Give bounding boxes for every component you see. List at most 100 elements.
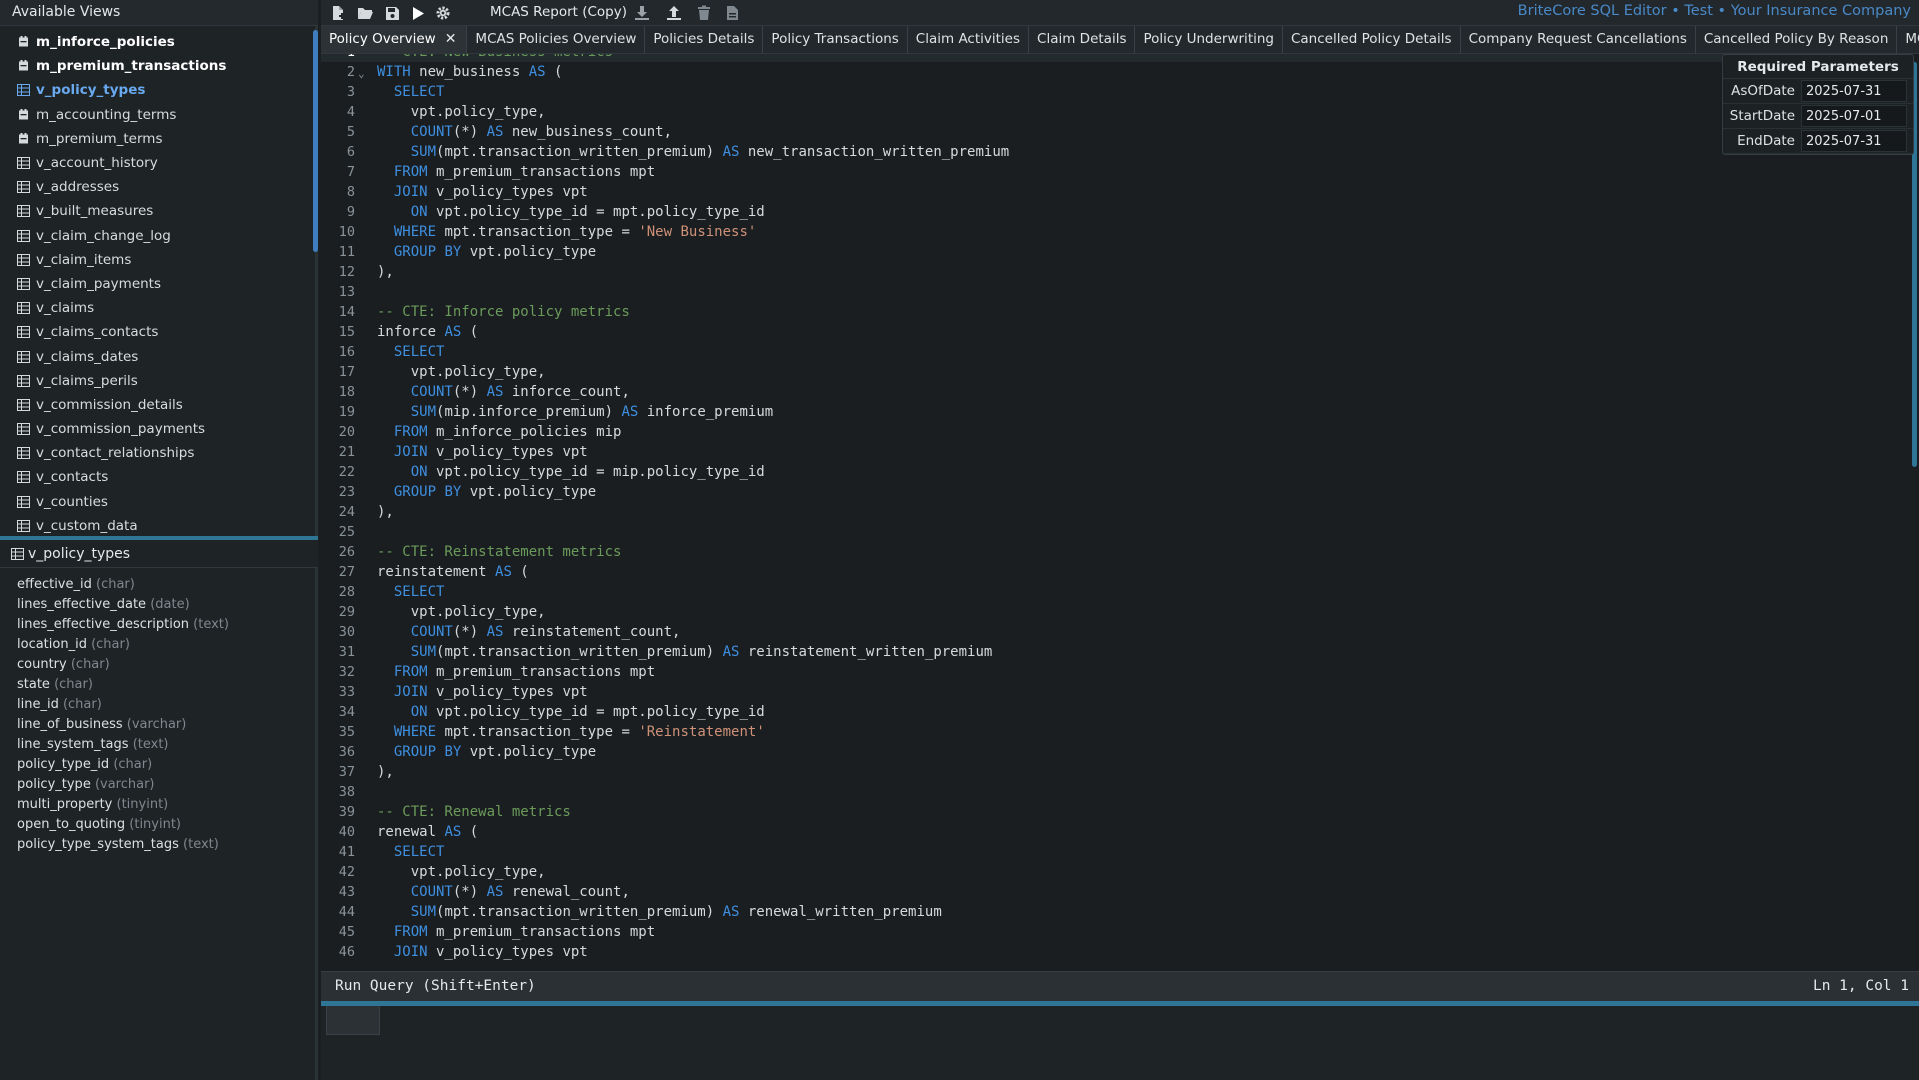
code-line[interactable]: 31 SUM(mpt.transaction_written_premium) … [321, 642, 1911, 662]
code-line[interactable]: 6 SUM(mpt.transaction_written_premium) A… [321, 142, 1911, 162]
view-item[interactable]: v_built_measures [0, 199, 312, 223]
trash-icon[interactable] [693, 3, 715, 23]
column-item[interactable]: policy_type_id (char) [17, 755, 312, 775]
code-line[interactable]: 11 GROUP BY vpt.policy_type [321, 242, 1911, 262]
column-item[interactable]: country (char) [17, 655, 312, 675]
param-value-input[interactable]: 2025-07-31 [1801, 80, 1907, 102]
tab[interactable]: Policies Details [645, 26, 764, 53]
code-line[interactable]: 12), [321, 262, 1911, 282]
code-line[interactable]: 7 FROM m_premium_transactions mpt [321, 162, 1911, 182]
code-line[interactable]: 1 -- CTE: New Business metrics [321, 54, 1911, 62]
column-item[interactable]: policy_type_system_tags (text) [17, 835, 312, 855]
tab[interactable]: MCAS System [1897, 26, 1919, 53]
view-item[interactable]: v_commission_payments [0, 417, 312, 441]
save-icon[interactable] [381, 3, 403, 23]
column-item[interactable]: lines_effective_description (text) [17, 615, 312, 635]
close-icon[interactable]: ✕ [445, 31, 457, 47]
view-item[interactable]: m_accounting_terms [0, 103, 312, 127]
view-item[interactable]: m_premium_transactions [0, 54, 312, 78]
view-item[interactable]: v_addresses [0, 175, 312, 199]
view-item[interactable]: v_account_history [0, 151, 312, 175]
upload-icon[interactable] [663, 3, 685, 23]
code-line[interactable]: 42 vpt.policy_type, [321, 862, 1911, 882]
code-lines[interactable]: 1 -- CTE: New Business metrics 2⌄ WITH new_… [321, 54, 1911, 962]
code-line[interactable]: 9 ON vpt.policy_type_id = mpt.policy_typ… [321, 202, 1911, 222]
tab[interactable]: MCAS Policies Overview [467, 26, 646, 53]
code-line[interactable]: 26 -- CTE: Reinstatement metrics [321, 542, 1911, 562]
tab[interactable]: Claim Details [1029, 26, 1136, 53]
tab[interactable]: Company Request Cancellations [1461, 26, 1696, 53]
column-item[interactable]: location_id (char) [17, 635, 312, 655]
tab[interactable]: Cancelled Policy Details [1283, 26, 1461, 53]
code-line[interactable]: 30 COUNT(*) AS reinstatement_count, [321, 622, 1911, 642]
code-line[interactable]: 36 GROUP BY vpt.policy_type [321, 742, 1911, 762]
view-item[interactable]: v_policy_types [0, 78, 312, 102]
column-item[interactable]: line_id (char) [17, 695, 312, 715]
view-item[interactable]: v_claim_change_log [0, 224, 312, 248]
code-line[interactable]: 15 inforce AS ( [321, 322, 1911, 342]
column-item[interactable]: open_to_quoting (tinyint) [17, 815, 312, 835]
column-item[interactable]: state (char) [17, 675, 312, 695]
code-line[interactable]: 14 -- CTE: Inforce policy metrics [321, 302, 1911, 322]
settings-icon[interactable] [432, 3, 454, 23]
view-item[interactable]: v_claims [0, 296, 312, 320]
run-icon[interactable] [407, 3, 429, 23]
view-item[interactable]: v_claim_payments [0, 272, 312, 296]
view-item[interactable]: v_contacts [0, 465, 312, 489]
code-line[interactable]: 13 [321, 282, 1911, 302]
code-line[interactable]: 20 FROM m_inforce_policies mip [321, 422, 1911, 442]
code-line[interactable]: 29 vpt.policy_type, [321, 602, 1911, 622]
view-item[interactable]: v_claims_perils [0, 369, 312, 393]
code-line[interactable]: 46 JOIN v_policy_types vpt [321, 942, 1911, 962]
code-line[interactable]: 44 SUM(mpt.transaction_written_premium) … [321, 902, 1911, 922]
param-value-input[interactable]: 2025-07-31 [1801, 130, 1907, 152]
fold-chevron-icon[interactable]: ⌄ [358, 64, 365, 84]
new-file-icon[interactable] [327, 3, 349, 23]
code-line[interactable]: 33 JOIN v_policy_types vpt [321, 682, 1911, 702]
tab[interactable]: Policy Overview ✕ [321, 26, 468, 53]
view-item[interactable]: v_contact_relationships [0, 441, 312, 465]
code-line[interactable]: 19 SUM(mip.inforce_premium) AS inforce_p… [321, 402, 1911, 422]
document-icon[interactable] [721, 3, 743, 23]
download-icon[interactable] [631, 3, 653, 23]
view-item[interactable]: v_counties [0, 490, 312, 514]
open-folder-icon[interactable] [354, 3, 376, 23]
code-line[interactable]: 34 ON vpt.policy_type_id = mpt.policy_ty… [321, 702, 1911, 722]
view-item[interactable]: v_custom_data [0, 514, 312, 538]
code-line[interactable]: 10 WHERE mpt.transaction_type = 'New Bus… [321, 222, 1911, 242]
view-item[interactable]: m_premium_terms [0, 127, 312, 151]
code-line[interactable]: 28 SELECT [321, 582, 1911, 602]
param-value-input[interactable]: 2025-07-01 [1801, 105, 1907, 127]
code-line[interactable]: 43 COUNT(*) AS renewal_count, [321, 882, 1911, 902]
tab[interactable]: Policy Underwriting [1135, 26, 1283, 53]
code-line[interactable]: 32 FROM m_premium_transactions mpt [321, 662, 1911, 682]
view-item[interactable]: v_claims_dates [0, 344, 312, 368]
column-item[interactable]: effective_id (char) [17, 575, 312, 595]
code-line[interactable]: 27 reinstatement AS ( [321, 562, 1911, 582]
results-tab[interactable] [326, 1006, 380, 1035]
column-item[interactable]: multi_property (tinyint) [17, 795, 312, 815]
code-line[interactable]: 18 COUNT(*) AS inforce_count, [321, 382, 1911, 402]
view-item[interactable]: m_inforce_policies [0, 30, 312, 54]
tab[interactable]: Claim Activities [908, 26, 1030, 53]
code-line[interactable]: 8 JOIN v_policy_types vpt [321, 182, 1911, 202]
code-line[interactable]: 37), [321, 762, 1911, 782]
column-item[interactable]: line_system_tags (text) [17, 735, 312, 755]
code-line[interactable]: 16 SELECT [321, 342, 1911, 362]
code-line[interactable]: 2 ⌄ WITH new_business AS ( [321, 62, 1911, 82]
code-line[interactable]: 23 GROUP BY vpt.policy_type [321, 482, 1911, 502]
column-item[interactable]: lines_effective_date (date) [17, 595, 312, 615]
code-line[interactable]: 38 [321, 782, 1911, 802]
code-line[interactable]: 22 ON vpt.policy_type_id = mip.policy_ty… [321, 462, 1911, 482]
code-line[interactable]: 40 renewal AS ( [321, 822, 1911, 842]
code-line[interactable]: 35 WHERE mpt.transaction_type = 'Reinsta… [321, 722, 1911, 742]
sql-editor[interactable]: 1 -- CTE: New Business metrics 2⌄ WITH new_… [321, 54, 1919, 971]
code-line[interactable]: 25 [321, 522, 1911, 542]
code-line[interactable]: 45 FROM m_premium_transactions mpt [321, 922, 1911, 942]
code-line[interactable]: 24), [321, 502, 1911, 522]
code-line[interactable]: 39 -- CTE: Renewal metrics [321, 802, 1911, 822]
view-item[interactable]: v_commission_details [0, 393, 312, 417]
tab[interactable]: Policy Transactions [763, 26, 908, 53]
code-line[interactable]: 4 vpt.policy_type, [321, 102, 1911, 122]
code-line[interactable]: 41 SELECT [321, 842, 1911, 862]
